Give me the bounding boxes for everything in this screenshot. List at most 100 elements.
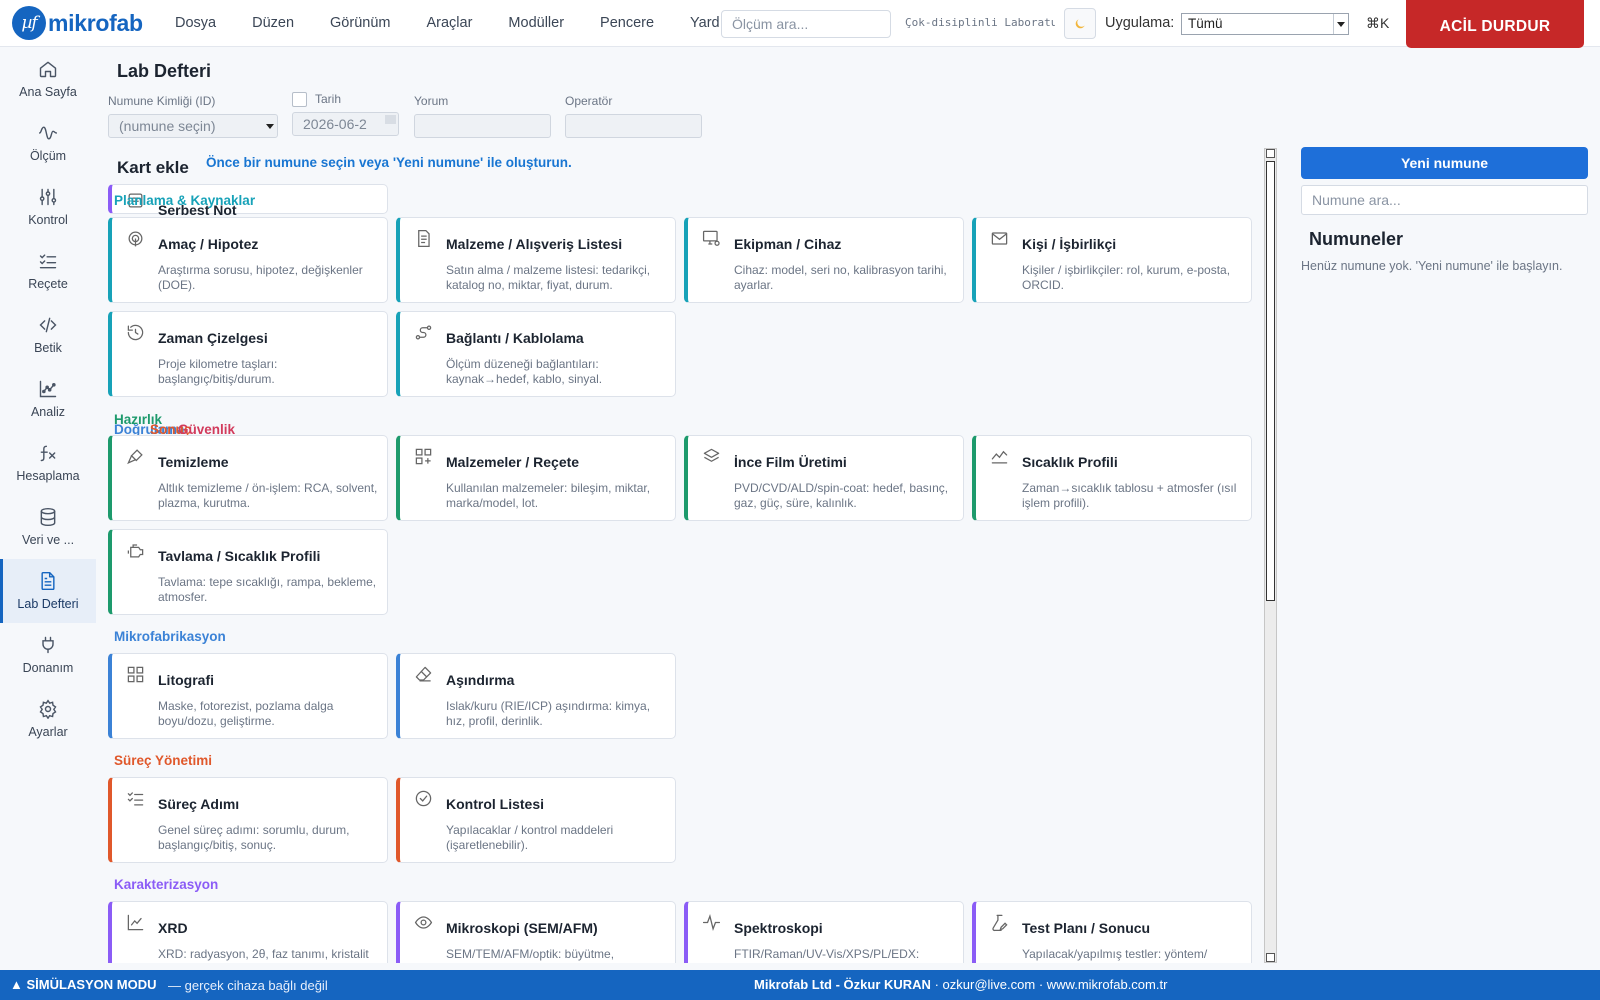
card-materials-recipe[interactable]: Malzemeler / Reçete Kullanılan malzemele… [396,435,676,521]
sample-search-input[interactable] [1301,185,1588,215]
card-goal-hypothesis[interactable]: Amaç / Hipotez Araştırma sorusu, hipotez… [108,217,388,303]
sidebar-item-label: Donanım [22,661,74,675]
sidebar-item-hardware[interactable]: Donanım [0,623,96,687]
footer-info: Mikrofab Ltd - Özkur KURAN · ozkur@live.… [754,977,1167,992]
layers-icon [703,448,720,462]
card-connection-wiring[interactable]: Bağlantı / Kablolama Ölçüm düzeneği bağl… [396,311,676,397]
sidebar-item-label: Ana Sayfa [19,85,77,99]
card-title: Aşındırma [446,672,515,688]
chevron-down-icon [262,115,277,137]
card-test-plan[interactable]: Test Planı / Sonucu Yapılacak/yapılmış t… [972,901,1252,963]
footer-website[interactable]: www.mikrofab.com.tr [1047,977,1168,992]
card-material-shopping-list[interactable]: Malzeme / Alışveriş Listesi Satın alma /… [396,217,676,303]
sidebar-item-home[interactable]: Ana Sayfa [0,47,96,111]
card-temperature-profile[interactable]: Sıcaklık Profili Zaman→sıcaklık tablosu … [972,435,1252,521]
card-thin-film[interactable]: İnce Film Üretimi PVD/CVD/ALD/spin-coat:… [684,435,964,521]
chart-icon [39,380,57,398]
waveform-icon [38,126,58,140]
cards-scrollbar[interactable] [1264,148,1277,963]
eye-icon [414,916,433,929]
card-timeline[interactable]: Zaman Çizelgesi Proje kilometre taşları:… [108,311,388,397]
card-lithography[interactable]: Litografi Maske, fotorezist, pozlama dal… [108,653,388,739]
sidebar-item-label: Veri ve ... [21,533,75,547]
operator-input[interactable] [565,114,702,138]
sample-id-label: Numune Kimliği (ID) [108,94,216,108]
sidebar-item-lab-notebook[interactable]: Lab Defteri [0,559,96,623]
card-equipment[interactable]: Ekipman / Cihaz Cihaz: model, seri no, k… [684,217,964,303]
menu-dosya[interactable]: Dosya [157,0,234,47]
new-sample-button[interactable]: Yeni numune [1301,147,1588,179]
card-desc: PVD/CVD/ALD/spin-coat: hedef, basınç, ga… [734,481,949,510]
footer-separator: · [934,977,943,992]
document-icon [41,571,55,591]
menu-moduller[interactable]: Modüller [490,0,582,47]
date-checkbox[interactable] [292,92,307,108]
menu-bar: Dosya Düzen Görünüm Araçlar Modüller Pen… [157,0,754,47]
pulse-icon [702,914,721,931]
sidebar-item-analysis[interactable]: Analiz [0,367,96,431]
plug-icon [42,636,54,654]
category-microfabrication: Mikrofabrikasyon [114,629,226,644]
card-person-collaborator[interactable]: Kişi / İşbirlikçi Kişiler / işbirlikçile… [972,217,1252,303]
scroll-down-arrow-icon[interactable] [1266,953,1275,962]
footer-email[interactable]: ozkur@live.com [943,977,1036,992]
checklist-icon [39,254,57,269]
card-desc: XRD: radyasyon, 2θ, faz tanımı, kristali… [158,947,369,961]
sample-id-select[interactable]: (numune seçin) [108,114,278,138]
card-desc: Ölçüm düzeneği bağlantıları: kaynak→hede… [446,357,603,386]
card-checklist[interactable]: Kontrol Listesi Yapılacaklar / kontrol m… [396,777,676,863]
app-select[interactable]: Tümü [1181,13,1349,35]
sidebar-item-recipe[interactable]: Reçete [0,239,96,303]
card-microscopy[interactable]: Mikroskopi (SEM/AFM) SEM/TEM/AFM/optik: … [396,901,676,963]
menu-duzen[interactable]: Düzen [234,0,312,47]
card-title: Süreç Adımı [158,796,240,812]
scrollbar-thumb[interactable] [1266,161,1275,601]
date-input[interactable]: 2026-06-2 [292,112,399,136]
sidebar-item-label: Ayarlar [28,725,68,739]
database-icon [40,507,56,527]
home-icon [39,61,57,78]
app-logo[interactable]: µf mikrofab [12,6,143,40]
sidebar-item-settings[interactable]: Ayarlar [0,687,96,751]
simulation-mode-badge: ▲ SİMÜLASYON MODU [10,977,157,992]
function-icon [40,445,56,462]
command-palette-shortcut[interactable]: ⌘K [1366,15,1389,32]
card-annealing[interactable]: Tavlama / Sıcaklık Profili Tavlama: tepe… [108,529,388,615]
card-etching[interactable]: Aşındırma Islak/kuru (RIE/ICP) aşındırma… [396,653,676,739]
sidebar-item-data[interactable]: Veri ve ... [0,495,96,559]
menu-gorunum[interactable]: Görünüm [312,0,408,47]
sidebar-item-measurement[interactable]: Ölçüm [0,111,96,175]
comment-input[interactable] [414,114,551,138]
sidebar-item-label: Analiz [30,405,66,419]
receipt-icon [418,229,430,248]
card-title: Zaman Çizelgesi [158,330,268,346]
measurement-search-input[interactable] [721,10,891,38]
card-title: Sıcaklık Profili [1022,454,1118,470]
emergency-stop-button[interactable]: ACİL DURDUR [1406,0,1584,48]
sidebar-item-calculation[interactable]: Hesaplama [0,431,96,495]
card-process-step[interactable]: Süreç Adımı Genel süreç adımı: sorumlu, … [108,777,388,863]
card-desc: Zaman→sıcaklık tablosu + atmosfer (ısıl … [1022,481,1237,510]
sidebar-item-script[interactable]: Betik [0,303,96,367]
line-chart-icon [991,450,1008,464]
menu-pencere[interactable]: Pencere [582,0,672,47]
card-title: Kontrol Listesi [446,796,545,812]
sliders-icon [39,188,57,206]
card-title: Malzeme / Alışveriş Listesi [446,236,623,252]
lab-name: Çok-disiplinli Laboratuvar [905,16,1055,29]
category-planning: Planlama & Kaynaklar [114,193,256,208]
scroll-up-arrow-icon[interactable] [1266,149,1275,158]
theme-toggle-button[interactable] [1064,8,1096,39]
sidebar: Ana Sayfa Ölçüm Kontrol Reçete Betik Ana… [0,47,96,970]
sidebar-item-control[interactable]: Kontrol [0,175,96,239]
card-desc: Kişiler / işbirlikçiler: rol, kurum, e-p… [1022,263,1231,292]
flask-pen-icon [992,914,1008,932]
card-cleaning[interactable]: Temizleme Altlık temizleme / ön-işlem: R… [108,435,388,521]
card-desc: Yapılacaklar / kontrol maddeleri (işaret… [446,823,614,852]
samples-empty-text: Henüz numune yok. 'Yeni numune' ile başl… [1301,259,1563,273]
card-xrd[interactable]: XRD XRD: radyasyon, 2θ, faz tanımı, kris… [108,901,388,963]
card-spectroscopy[interactable]: Spektroskopi FTIR/Raman/UV-Vis/XPS/PL/ED… [684,901,964,963]
samples-title: Numuneler [1309,229,1404,249]
menu-araclar[interactable]: Araçlar [408,0,490,47]
date-label-row: Tarih [292,92,341,108]
